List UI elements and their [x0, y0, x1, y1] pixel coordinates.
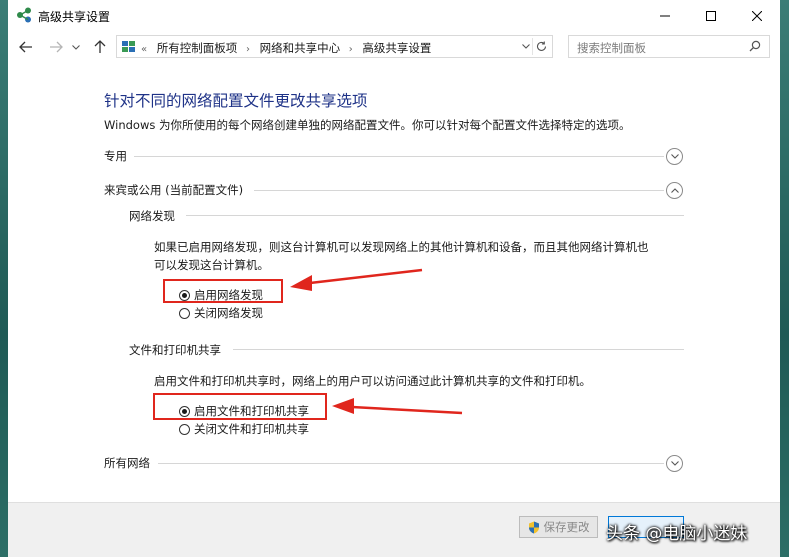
breadcrumb-advanced-sharing[interactable]: 高级共享设置	[362, 41, 431, 55]
minimize-icon	[660, 15, 670, 16]
file-printer-title: 文件和打印机共享	[129, 343, 221, 357]
refresh-icon	[536, 41, 546, 51]
breadcrumb-control-panel[interactable]: 所有控制面板项	[157, 41, 238, 55]
disable-network-discovery-label: 关闭网络发现	[194, 306, 263, 320]
radio-disable-network-discovery[interactable]: 关闭网络发现	[179, 305, 263, 321]
divider	[233, 349, 684, 350]
search-icon[interactable]	[749, 40, 761, 52]
forward-button[interactable]	[46, 37, 66, 57]
address-dropdown-icon[interactable]	[522, 41, 530, 52]
divider	[254, 190, 664, 191]
save-changes-button[interactable]: 保存更改	[519, 516, 598, 538]
search-input[interactable]: 搜索控制面板	[577, 40, 646, 56]
advanced-sharing-window: 高级共享设置 « 所有控制面板项 › 网络和共享中心 › 高级共享设置 搜索控制…	[8, 0, 780, 557]
annotation-arrow-icon	[290, 268, 423, 291]
divider	[186, 215, 684, 216]
expand-private-button[interactable]	[666, 148, 683, 165]
close-button[interactable]	[734, 0, 780, 31]
maximize-button[interactable]	[688, 0, 734, 31]
collapse-guest-button[interactable]	[666, 182, 683, 199]
main-content: 针对不同的网络配置文件更改共享选项 Windows 为你所使用的每个网络创建单独…	[8, 62, 780, 502]
breadcrumb-network-center[interactable]: 网络和共享中心	[260, 41, 341, 55]
back-arrow-icon	[19, 41, 32, 53]
up-arrow-icon	[94, 40, 106, 53]
window-title: 高级共享设置	[38, 10, 111, 24]
search-box[interactable]: 搜索控制面板	[568, 35, 770, 58]
chevron-right-icon[interactable]: ›	[349, 44, 353, 55]
file-printer-text: 启用文件和打印机共享时，网络上的用户可以访问通过此计算机共享的文件和打印机。	[154, 374, 591, 388]
save-changes-label: 保存更改	[543, 520, 590, 534]
close-icon	[752, 10, 762, 21]
chevron-down-icon	[670, 461, 679, 466]
page-description: Windows 为你所使用的每个网络创建单独的网络配置文件。你可以针对每个配置文…	[104, 118, 631, 132]
title-bar[interactable]: 高级共享设置	[8, 0, 780, 31]
disable-file-printer-label: 关闭文件和打印机共享	[194, 422, 309, 436]
breadcrumb-overflow[interactable]: «	[141, 44, 147, 55]
watermark-text: 头条 @电脑小迷妹	[606, 524, 748, 544]
radio-unselected-indicator[interactable]	[179, 307, 190, 319]
chevron-right-icon[interactable]: ›	[246, 44, 250, 55]
divider	[134, 156, 664, 157]
address-bar[interactable]: « 所有控制面板项 › 网络和共享中心 › 高级共享设置	[116, 35, 553, 58]
breadcrumb: « 所有控制面板项 › 网络和共享中心 › 高级共享设置	[141, 40, 436, 56]
section-guest-label[interactable]: 来宾或公用 (当前配置文件)	[104, 182, 243, 198]
chevron-down-icon	[670, 154, 679, 159]
section-all-networks-label[interactable]: 所有网络	[104, 455, 150, 471]
navigation-bar: « 所有控制面板项 › 网络和共享中心 › 高级共享设置 搜索控制面板	[8, 33, 780, 61]
desktop-background-right	[780, 0, 789, 557]
minimize-button[interactable]	[642, 0, 688, 31]
back-button[interactable]	[16, 37, 36, 57]
recent-locations-button[interactable]	[70, 37, 82, 57]
network-discovery-title: 网络发现	[129, 209, 175, 223]
expand-all-networks-button[interactable]	[666, 455, 683, 472]
network-discovery-text-1: 如果已启用网络发现，则这台计算机可以发现网络上的其他计算机和设备，而且其他网络计…	[154, 240, 649, 254]
maximize-icon	[706, 10, 716, 21]
divider	[158, 463, 664, 464]
footer-bar: 保存更改 头条 @电脑小迷妹	[8, 502, 780, 557]
up-button[interactable]	[90, 37, 110, 57]
chevron-up-icon	[670, 188, 679, 193]
network-app-icon	[17, 7, 31, 23]
highlight-box-file-printer	[153, 393, 327, 420]
chevron-down-icon	[72, 44, 80, 50]
refresh-button[interactable]	[532, 38, 549, 55]
forward-arrow-icon	[50, 41, 63, 53]
radio-unselected-indicator[interactable]	[179, 423, 190, 435]
highlight-box-network-discovery	[163, 279, 283, 303]
uac-shield-icon	[528, 521, 539, 533]
annotation-arrow-icon	[332, 398, 463, 415]
desktop-background-left	[0, 0, 8, 557]
control-panel-icon	[122, 41, 135, 52]
radio-disable-file-printer[interactable]: 关闭文件和打印机共享	[179, 421, 309, 437]
network-discovery-text-2: 可以发现这台计算机。	[154, 258, 269, 272]
page-title: 针对不同的网络配置文件更改共享选项	[104, 92, 368, 110]
section-private-label[interactable]: 专用	[104, 148, 127, 164]
